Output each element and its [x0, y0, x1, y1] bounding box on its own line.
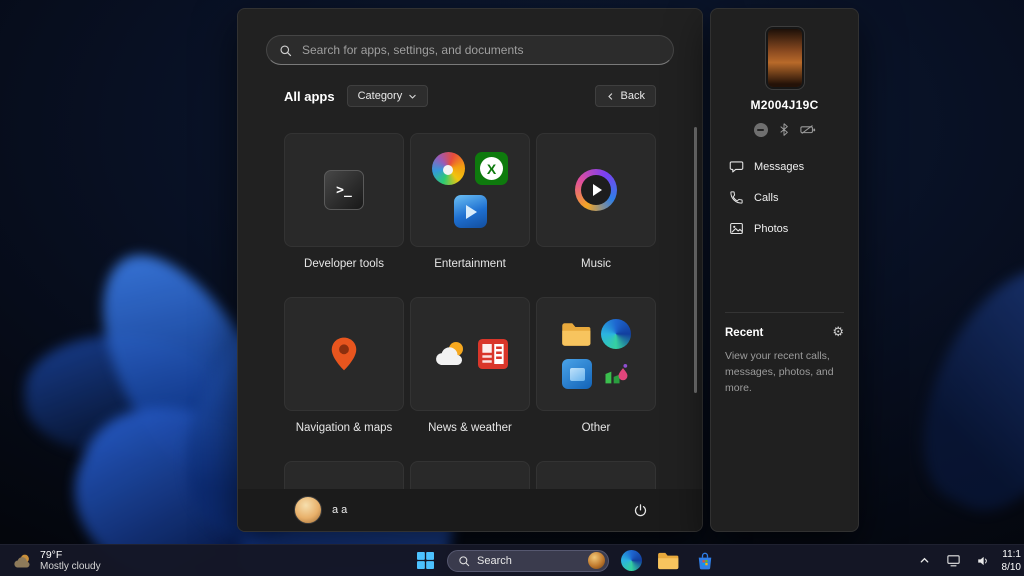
category-card[interactable] [410, 133, 530, 247]
back-button[interactable]: Back [594, 85, 656, 107]
taskbar-right: 11:1 8/10 [915, 545, 1024, 576]
store-taskbar-icon[interactable] [690, 548, 720, 573]
chevron-down-icon [408, 92, 417, 101]
edge-icon [601, 319, 631, 349]
weather-widget[interactable]: 79°F Mostly cloudy [6, 545, 107, 576]
phone-status-row [725, 122, 844, 137]
taskbar-center: Search [410, 545, 720, 576]
category-label: Other [581, 422, 611, 434]
start-button[interactable] [410, 548, 440, 573]
bluetooth-icon [779, 122, 789, 137]
weather-temp: 79°F [40, 548, 63, 561]
category-tile-developer-tools[interactable]: Developer tools [284, 133, 404, 297]
maps-pin-icon [330, 336, 358, 372]
search-highlight-image[interactable] [588, 552, 605, 569]
calls-icon [729, 190, 744, 205]
user-avatar[interactable] [294, 496, 322, 524]
start-menu: All apps Category Back [237, 8, 703, 532]
battery-off-icon [799, 124, 816, 135]
desktop: All apps Category Back [0, 0, 1024, 576]
weather-text: 79°F Mostly cloudy [40, 549, 101, 573]
category-card[interactable] [536, 133, 656, 247]
weather-icon [432, 340, 468, 368]
category-label: Music [580, 258, 612, 270]
phone-preview-image[interactable] [767, 29, 802, 87]
media-player-icon [575, 169, 617, 211]
start-search-input[interactable] [300, 42, 661, 58]
start-menu-footer: a a [238, 489, 702, 531]
category-tile-entertainment[interactable]: Entertainment [410, 133, 530, 297]
weather-condition-icon [12, 552, 33, 569]
divider [725, 312, 844, 313]
category-tile-navigation-maps[interactable]: Navigation & maps [284, 297, 404, 461]
phone-photos-item[interactable]: Photos [725, 213, 844, 244]
phone-item-label: Photos [754, 222, 789, 235]
taskbar: 79°F Mostly cloudy Search 11:1 8/10 [0, 544, 1024, 576]
category-card[interactable] [536, 297, 656, 411]
category-card[interactable] [284, 133, 404, 247]
user-name[interactable]: a a [332, 504, 347, 516]
category-dropdown[interactable]: Category [346, 85, 429, 107]
photos-icon [729, 221, 744, 236]
wallpaper-petal [890, 244, 1024, 536]
phone-link-panel: M2004J19C Messages Calls Photos Recent ⚙… [710, 8, 859, 532]
recent-description: View your recent calls, messages, photos… [725, 350, 834, 394]
weather-condition: Mostly cloudy [40, 560, 101, 572]
movies-tv-icon [453, 195, 487, 228]
all-apps-label: All apps [284, 88, 335, 104]
phone-item-label: Calls [754, 191, 779, 204]
volume-icon[interactable] [973, 548, 993, 573]
clock[interactable]: 11:1 8/10 [1002, 548, 1021, 574]
recent-title: Recent [725, 326, 764, 339]
start-search-bar[interactable] [266, 35, 674, 65]
category-dropdown-label: Category [357, 90, 403, 102]
category-label: Developer tools [304, 258, 384, 270]
category-label: News & weather [428, 422, 512, 434]
gear-icon[interactable] [832, 325, 844, 340]
taskbar-search-label: Search [477, 554, 512, 567]
category-tile-music[interactable]: Music [536, 133, 656, 297]
network-icon[interactable] [944, 548, 964, 573]
status-dnd-icon [753, 122, 768, 137]
category-tile-other[interactable]: Other [536, 297, 656, 461]
chevron-left-icon [606, 92, 615, 101]
category-card[interactable] [284, 297, 404, 411]
category-label: Entertainment [434, 258, 506, 270]
taskbar-search-box[interactable]: Search [447, 549, 609, 572]
folder-icon [561, 322, 591, 347]
category-grid: Developer tools Entertainment [284, 133, 656, 523]
start-menu-header: All apps Category Back [284, 85, 656, 107]
start-menu-scrollbar[interactable] [694, 127, 697, 393]
misc-colorful-icon [602, 360, 630, 388]
terminal-icon [324, 170, 364, 210]
clock-date: 8/10 [1001, 561, 1021, 573]
category-card[interactable] [410, 297, 530, 411]
store-icon [562, 359, 592, 389]
category-tile-news-weather[interactable]: News & weather [410, 297, 530, 461]
search-icon [458, 555, 470, 567]
clock-time: 11:1 [1002, 548, 1021, 560]
news-icon [478, 339, 508, 369]
tray-chevron-up-icon[interactable] [915, 548, 935, 573]
phone-messages-item[interactable]: Messages [725, 151, 844, 182]
phone-item-label: Messages [754, 160, 805, 173]
phone-calls-item[interactable]: Calls [725, 182, 844, 213]
search-icon [279, 44, 292, 57]
category-label: Navigation & maps [295, 422, 393, 434]
xbox-icon [475, 152, 508, 185]
messages-icon [729, 159, 744, 174]
paint-icon [432, 152, 465, 185]
power-button[interactable] [624, 495, 656, 525]
back-button-label: Back [620, 90, 645, 102]
recent-header: Recent [725, 325, 844, 340]
file-explorer-taskbar-icon[interactable] [653, 548, 683, 573]
device-name: M2004J19C [750, 98, 819, 112]
edge-taskbar-icon[interactable] [616, 548, 646, 573]
phone-menu-list: Messages Calls Photos [725, 151, 844, 244]
